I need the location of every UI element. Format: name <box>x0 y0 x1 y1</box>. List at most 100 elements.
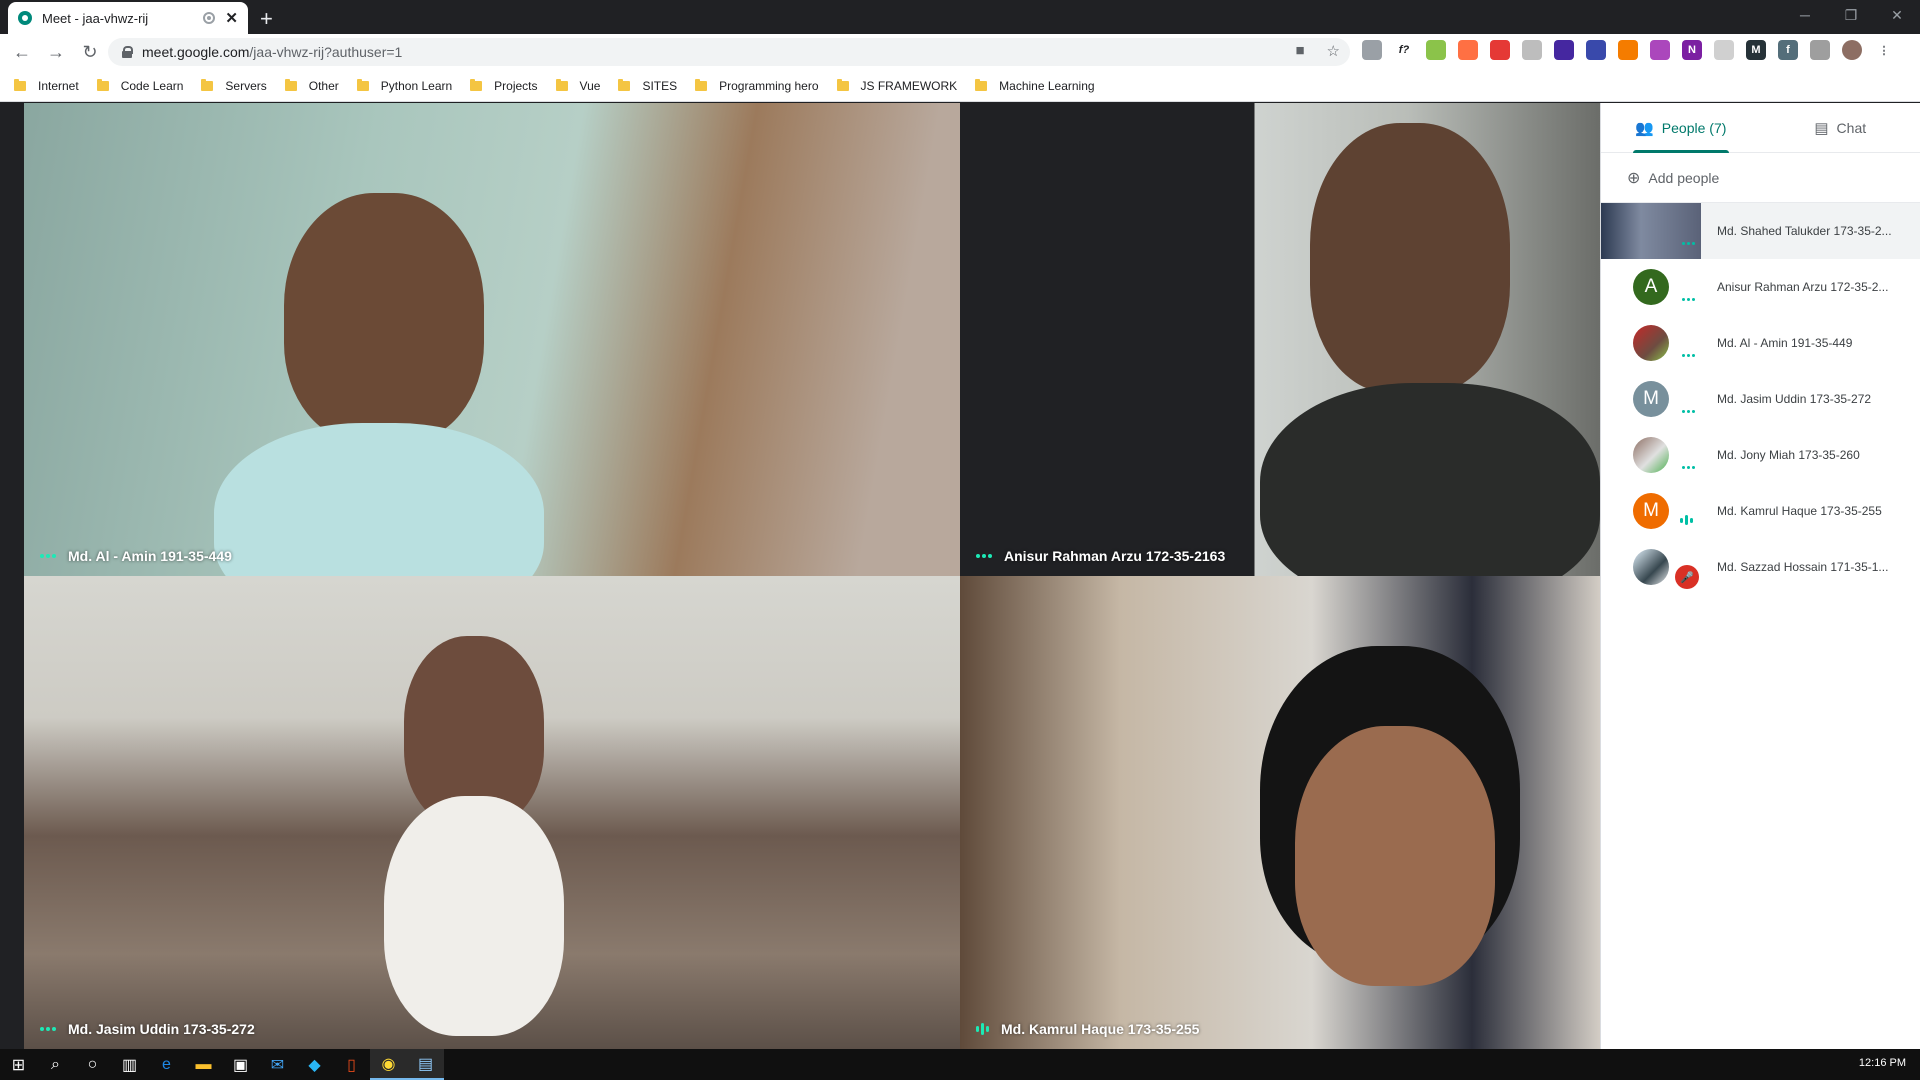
camera-in-use-icon[interactable]: ■ <box>1295 42 1304 60</box>
facebook-icon[interactable]: f <box>1778 40 1798 60</box>
tab-close-icon[interactable]: ✕ <box>225 9 238 27</box>
tab-chat[interactable]: ▤ Chat <box>1761 103 1920 152</box>
extension-icon[interactable] <box>1650 40 1670 60</box>
onenote-icon[interactable]: N <box>1682 40 1702 60</box>
video-tile[interactable]: Md. Kamrul Haque 173-35-255 <box>960 576 1600 1049</box>
bookmark-other[interactable]: Other <box>284 78 339 93</box>
video-tile[interactable]: Md. Jasim Uddin 173-35-272 <box>24 576 960 1049</box>
bookmark-programming-hero[interactable]: Programming hero <box>695 78 819 93</box>
formula-extension-icon[interactable]: f? <box>1394 40 1414 60</box>
participant-name: Md. Kamrul Haque 173-35-255 <box>1001 1021 1200 1037</box>
participant-name: Md. Shahed Talukder 173-35-2... <box>1717 224 1892 238</box>
browser-tab[interactable]: Meet - jaa-vhwz-rij ✕ <box>8 2 248 34</box>
participant-video <box>1295 726 1495 986</box>
avatar <box>1633 437 1669 473</box>
bookmark-machine-learning[interactable]: Machine Learning <box>975 78 1095 93</box>
bookmark-servers[interactable]: Servers <box>201 78 267 93</box>
extension-icon[interactable] <box>1426 40 1446 60</box>
extension-icon[interactable] <box>1458 40 1478 60</box>
activity-dots-icon <box>1682 242 1695 245</box>
participant-video-thumbnail <box>1601 203 1701 259</box>
lock-icon[interactable] <box>122 46 133 58</box>
task-view-icon[interactable]: ▥ <box>111 1049 148 1080</box>
chrome-icon[interactable]: ◉ <box>370 1049 407 1080</box>
participant-row[interactable]: A Anisur Rahman Arzu 172-35-2... <box>1601 259 1920 315</box>
url-path: /jaa-vhwz-rij?authuser=1 <box>249 44 403 60</box>
activity-dots-icon <box>1682 466 1695 469</box>
reload-icon[interactable]: ↻ <box>78 40 102 64</box>
profile-avatar[interactable] <box>1842 40 1862 60</box>
panel-tabs: 👥 People (7) ▤ Chat <box>1601 103 1920 153</box>
tab-title: Meet - jaa-vhwz-rij <box>42 10 149 26</box>
search-icon[interactable]: ⌕ <box>37 1049 74 1080</box>
back-icon[interactable]: ← <box>10 40 34 64</box>
people-panel: 👥 People (7) ▤ Chat ⊕ Add people Md. Sha… <box>1600 103 1920 1049</box>
mail-icon[interactable]: ✉ <box>259 1049 296 1080</box>
extension-icon[interactable] <box>1618 40 1638 60</box>
screenshot-extension-icon[interactable] <box>1362 40 1382 60</box>
activity-dots-icon <box>1682 410 1695 413</box>
participant-name: Md. Jony Miah 173-35-260 <box>1717 448 1860 462</box>
store-icon[interactable]: ▣ <box>222 1049 259 1080</box>
participant-shirt <box>1260 383 1600 576</box>
menu-kebab-icon[interactable]: ⋮ <box>1874 40 1894 60</box>
participant-row[interactable]: 🎤 Md. Sazzad Hossain 171-35-1... <box>1601 539 1920 595</box>
video-tile[interactable]: Md. Al - Amin 191-35-449 <box>24 103 960 576</box>
vscode-icon[interactable]: ◆ <box>296 1049 333 1080</box>
minimize-icon[interactable]: ─ <box>1782 0 1828 30</box>
video-stage: Md. Al - Amin 191-35-449 Anisur Rahman A… <box>0 103 1600 1049</box>
address-bar[interactable]: meet.google.com/jaa-vhwz-rij?authuser=1 … <box>108 38 1350 66</box>
bookmark-vue[interactable]: Vue <box>555 78 600 93</box>
bookmark-code-learn[interactable]: Code Learn <box>96 78 183 93</box>
extension-icon[interactable]: M <box>1746 40 1766 60</box>
add-people-button[interactable]: ⊕ Add people <box>1601 153 1920 203</box>
edge-icon[interactable]: e <box>148 1049 185 1080</box>
participant-name: Md. Sazzad Hossain 171-35-1... <box>1717 560 1889 574</box>
meet-favicon-icon <box>18 11 32 25</box>
avatar: M <box>1633 381 1669 417</box>
extension-icon[interactable] <box>1810 40 1830 60</box>
extension-icon[interactable] <box>1586 40 1606 60</box>
bookmark-internet[interactable]: Internet <box>14 78 79 93</box>
folder-icon <box>618 78 631 91</box>
participant-row[interactable]: M Md. Kamrul Haque 173-35-255 <box>1601 483 1920 539</box>
activity-dots-icon <box>40 1027 56 1031</box>
pocket-icon[interactable] <box>1714 40 1734 60</box>
app-icon[interactable]: ▤ <box>407 1049 444 1080</box>
tab-strip: Meet - jaa-vhwz-rij ✕ + ─ ❐ ✕ <box>0 0 1920 34</box>
bookmark-js-framework[interactable]: JS FRAMEWORK <box>836 78 957 93</box>
system-clock[interactable]: 12:16 PM <box>1859 1057 1906 1069</box>
participant-row[interactable]: Md. Jony Miah 173-35-260 <box>1601 427 1920 483</box>
participant-shirt <box>384 796 564 1036</box>
restore-icon[interactable]: ❐ <box>1828 0 1874 30</box>
participant-name: Md. Kamrul Haque 173-35-255 <box>1717 504 1882 518</box>
bookmark-python-learn[interactable]: Python Learn <box>356 78 452 93</box>
participant-row[interactable]: Md. Al - Amin 191-35-449 <box>1601 315 1920 371</box>
file-explorer-icon[interactable]: ▬ <box>185 1049 222 1080</box>
folder-icon <box>14 78 26 91</box>
extension-icon[interactable] <box>1490 40 1510 60</box>
vue-devtools-icon[interactable] <box>1522 40 1542 60</box>
tab-people[interactable]: 👥 People (7) <box>1601 103 1761 152</box>
forward-icon[interactable]: → <box>44 40 68 64</box>
participant-video <box>1310 123 1510 393</box>
window-controls: ─ ❐ ✕ <box>1782 0 1920 30</box>
windows-start-icon[interactable]: ⊞ <box>0 1049 37 1080</box>
close-window-icon[interactable]: ✕ <box>1874 0 1920 30</box>
avatar: A <box>1633 269 1669 305</box>
add-person-icon: ⊕ <box>1627 169 1641 187</box>
bookmark-projects[interactable]: Projects <box>470 78 538 93</box>
bookmark-sites[interactable]: SITES <box>618 78 677 93</box>
chat-icon: ▤ <box>1814 119 1829 137</box>
participant-shirt <box>214 423 544 576</box>
office-icon[interactable]: ▯ <box>333 1049 370 1080</box>
video-tile[interactable]: Anisur Rahman Arzu 172-35-2163 <box>960 103 1600 576</box>
cortana-icon[interactable]: ○ <box>74 1049 111 1080</box>
bookmark-star-icon[interactable]: ☆ <box>1327 42 1340 60</box>
folder-icon <box>356 78 369 91</box>
participant-row[interactable]: Md. Shahed Talukder 173-35-2... <box>1601 203 1920 259</box>
new-tab-button[interactable]: + <box>260 6 273 32</box>
avatar <box>1633 325 1669 361</box>
participant-row[interactable]: M Md. Jasim Uddin 173-35-272 <box>1601 371 1920 427</box>
extension-icon[interactable] <box>1554 40 1574 60</box>
